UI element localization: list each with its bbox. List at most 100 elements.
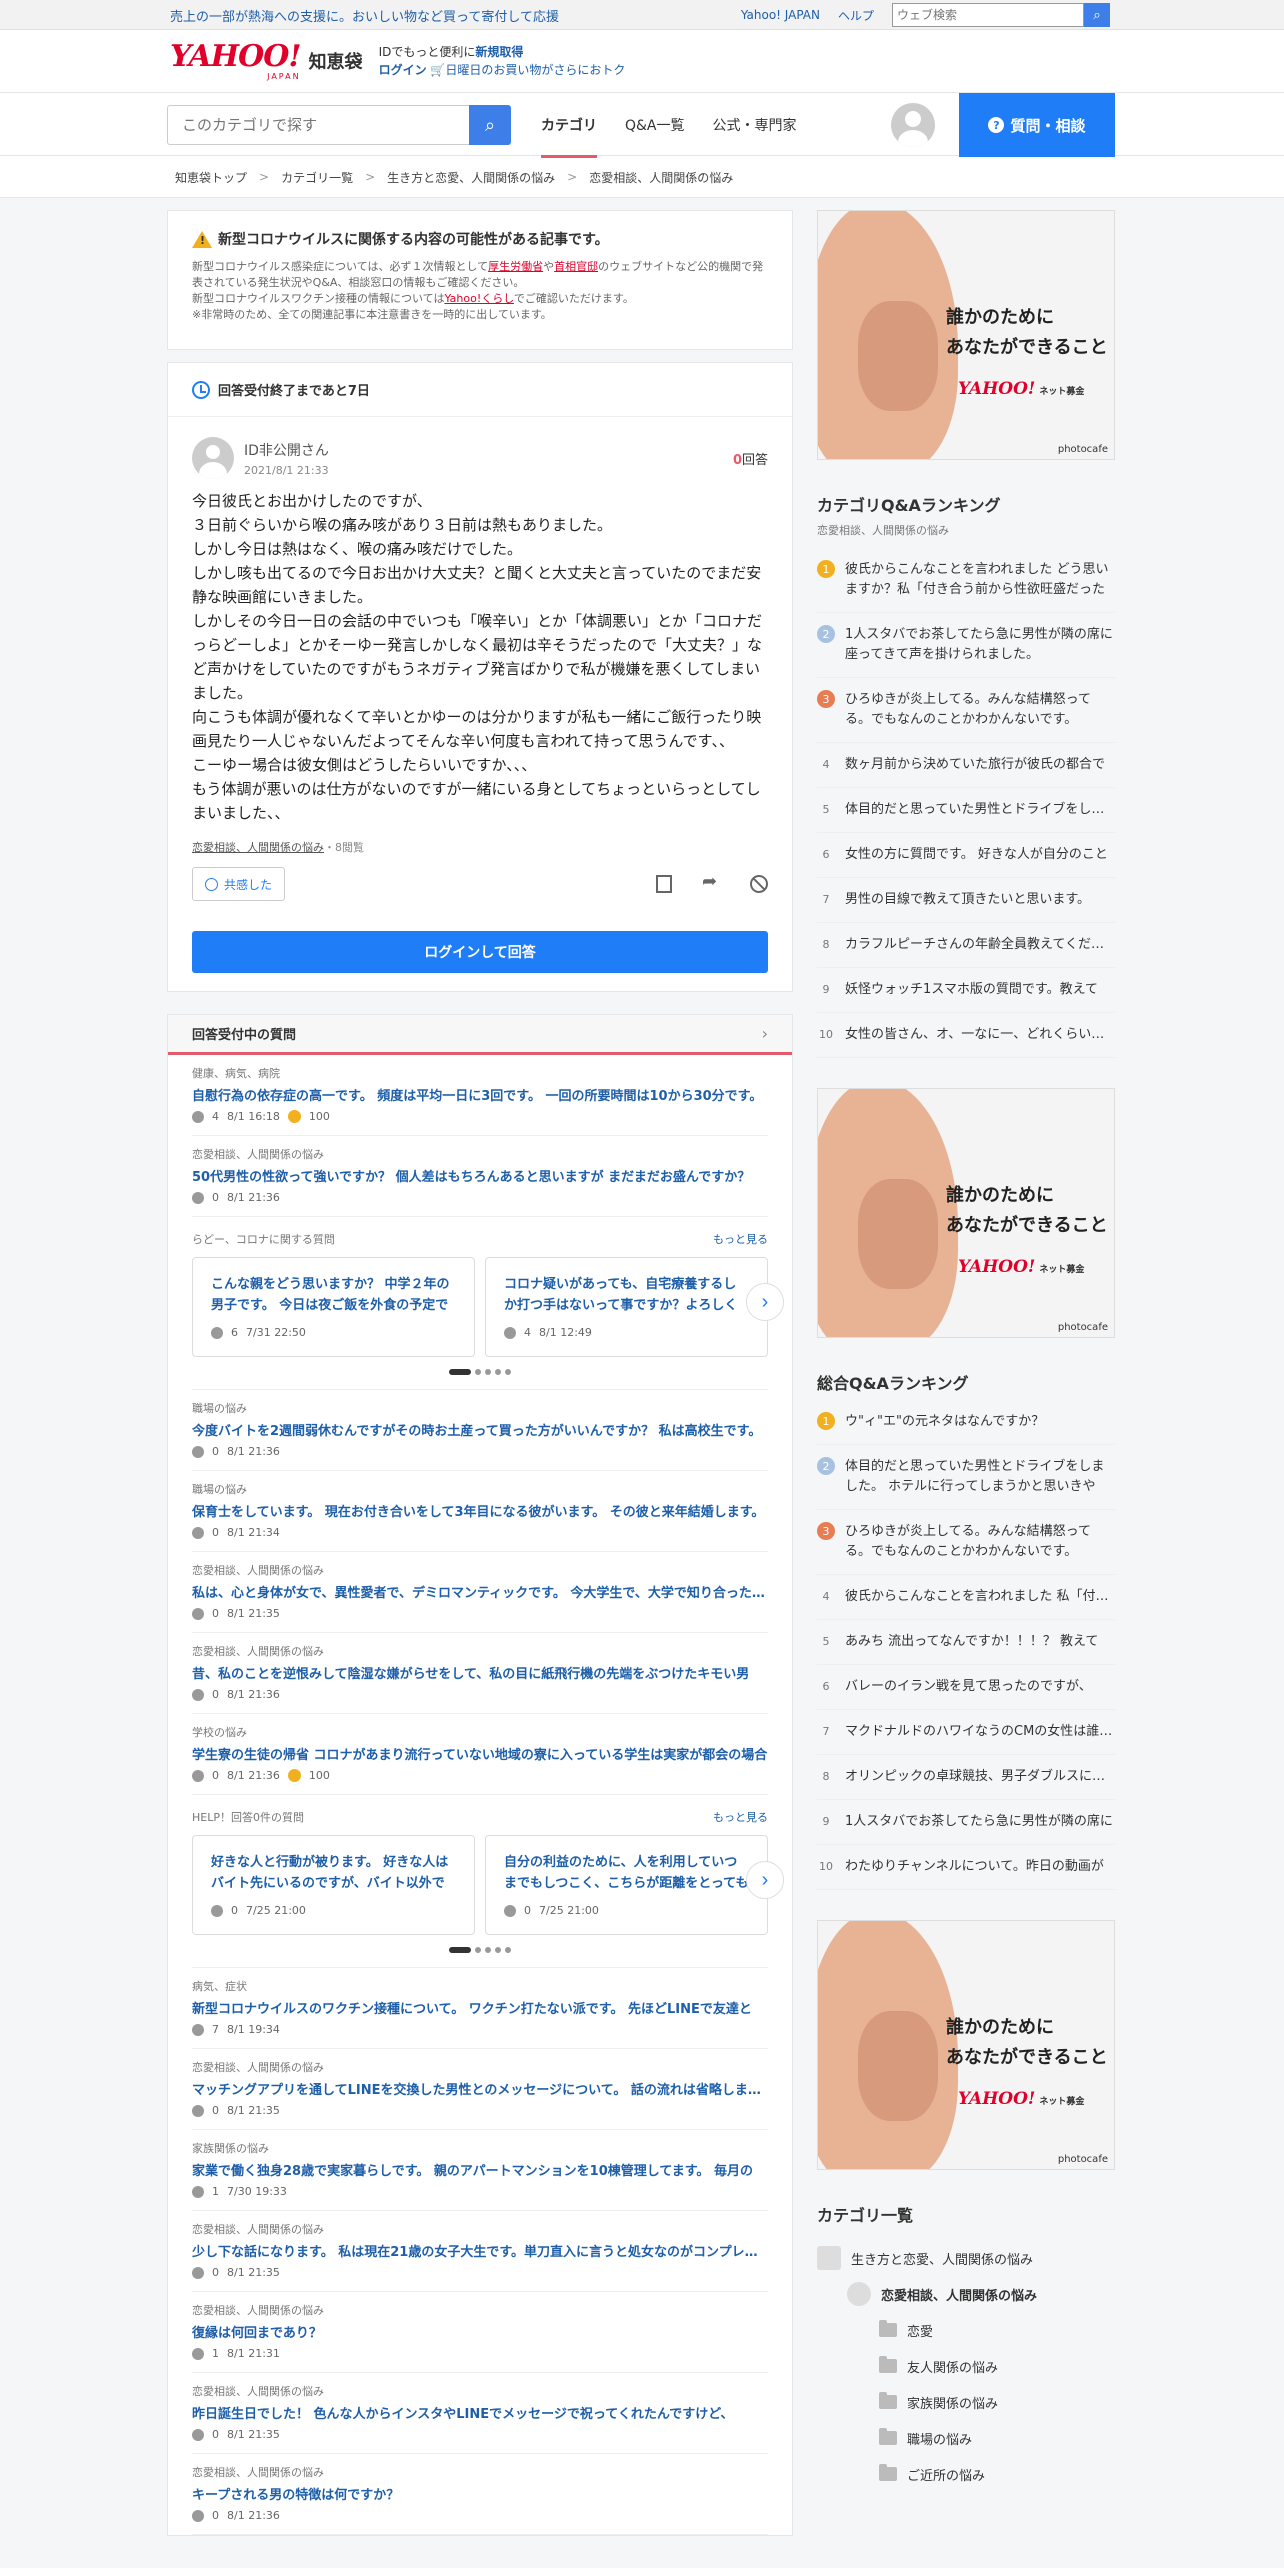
more-link[interactable]: もっと見る <box>713 1231 768 1247</box>
question-category-link[interactable]: 恋愛相談、人間関係の悩み <box>192 841 324 854</box>
category-child[interactable]: 職場の悩み <box>817 2420 1115 2456</box>
ranking-item[interactable]: 9 1人スタバでお茶してたら急に男性が隣の席に <box>817 1800 1115 1845</box>
ranking-item[interactable]: 4 彼氏からこんなことを言われました 私「付き合う <box>817 1575 1115 1620</box>
register-link[interactable]: 新規取得 <box>475 45 523 59</box>
ad-banner[interactable]: 誰かのために あなたができること YAHOO! ネット募金 photocafe <box>817 1088 1115 1338</box>
yahoo-logo[interactable]: YAHOO! JAPAN <box>170 41 302 81</box>
covid-questions-carousel: らどー、コロナに関する質問 もっと見る こんな親をどう思いますか？ 中学２年の男子… <box>192 1217 784 1390</box>
question-list-item[interactable]: 恋愛相談、人間関係の悩み 少し下な話になります。 私は現在21歳の女子大生です。単… <box>192 2211 768 2292</box>
web-search-button[interactable]: ⌕ <box>1084 3 1110 27</box>
breadcrumb-category-list[interactable]: カテゴリ一覧 <box>281 169 353 186</box>
ranking-item[interactable]: 5 体目的だと思っていた男性とドライブをしました <box>817 788 1115 833</box>
ranking-item[interactable]: 7 マクドナルドのハワイなうのCMの女性は誰ですか <box>817 1710 1115 1755</box>
login-to-answer-button[interactable]: ログインして回答 <box>192 931 768 973</box>
ask-question-button[interactable]: ? 質問・相談 <box>959 93 1115 157</box>
answer-icon <box>192 2023 204 2036</box>
category-child[interactable]: 友人関係の悩み <box>817 2348 1115 2384</box>
carousel-card[interactable]: 好きな人と行動が被ります。 好きな人はバイト先にいるのですが、バイト以外でも会い… <box>192 1835 475 1935</box>
ranking-item[interactable]: 5 あみち 流出ってなんですか！！！？ 教えて <box>817 1620 1115 1665</box>
empathy-button[interactable]: 共感した <box>192 867 286 901</box>
ranking-item[interactable]: 10 わたゆりチャンネルについて。昨日の動画が <box>817 1845 1115 1890</box>
nav-bar: ⌕ カテゴリ Q&A一覧 公式・専門家 ? 質問・相談 <box>0 92 1284 158</box>
promo-link[interactable]: 売上の一部が熱海への支援に。おいしい物など買って寄付して応援 <box>170 6 559 25</box>
ranking-item[interactable]: 7 男性の目線で教えて頂きたいと思います。 <box>817 878 1115 923</box>
ranking-item[interactable]: 9 妖怪ウォッチ1スマホ版の質問です。教えて <box>817 968 1115 1013</box>
breadcrumb-top[interactable]: 知恵袋トップ <box>175 169 247 186</box>
question-list-item[interactable]: 恋愛相談、人間関係の悩み 復縁は何回まであり？ 1 8/1 21:31 <box>192 2292 768 2373</box>
web-search-input[interactable] <box>892 3 1084 27</box>
question-list-item[interactable]: 家族関係の悩み 家業で働く独身28歳で実家暮らしです。 親のアパートマンションを1… <box>192 2130 768 2211</box>
carousel-card[interactable]: コロナ疑いがあっても、自宅療養するしか打つ手はないって事ですか？よろしくお願いし… <box>485 1257 768 1357</box>
answer-icon <box>192 1191 204 1204</box>
question-list-item[interactable]: 恋愛相談、人間関係の悩み 昔、私のことを逆恨みして陰湿な嫌がらせをして、私の目に紙… <box>192 1633 768 1714</box>
user-avatar[interactable] <box>891 103 935 147</box>
question-list-item[interactable]: 健康、病気、病院 自慰行為の依存症の高一です。 頻度は平均一日に3回です。 一回の… <box>192 1055 768 1136</box>
yahoo-kurashi-link[interactable]: Yahoo!くらし <box>444 292 513 305</box>
alarm-clock-icon <box>192 380 210 399</box>
yahoo-japan-link[interactable]: Yahoo! JAPAN <box>741 8 820 22</box>
category-child[interactable]: 恋愛 <box>817 2312 1115 2348</box>
question-list-item[interactable]: 恋愛相談、人間関係の悩み マッチングアプリを通してLINEを交換した男性とのメッセ… <box>192 2049 768 2130</box>
question-list-item[interactable]: 病気、症状 新型コロナウイルスのワクチン接種について。 ワクチン打たない派です。 … <box>192 1968 768 2049</box>
chiebukuro-logo[interactable]: 知恵袋 <box>309 48 363 74</box>
ranking-item[interactable]: 4 数ヶ月前から決めていた旅行が彼氏の都合で <box>817 743 1115 788</box>
shopping-promo-link[interactable]: 日曜日のお買い物がさらにおトク <box>445 63 625 77</box>
category-list: カテゴリ一覧 生き方と恋愛、人間関係の悩み 恋愛相談、人間関係の悩み 恋愛 友人関… <box>817 2202 1115 2492</box>
rank-number: 2 <box>817 625 835 643</box>
more-link[interactable]: もっと見る <box>713 1809 768 1825</box>
share-icon[interactable] <box>702 871 720 892</box>
ranking-item[interactable]: 6 女性の方に質問です。 好きな人が自分のこと <box>817 833 1115 878</box>
question-list-item[interactable]: 学校の悩み 学生寮の生徒の帰省 コロナがあまり流行っていない地域の寮に入っている学… <box>192 1714 768 1795</box>
carousel-next-button[interactable]: › <box>746 1861 784 1899</box>
chevron-right-icon: › <box>761 1024 768 1043</box>
ad-brand: YAHOO! ネット募金 <box>958 1257 1085 1277</box>
answer-icon <box>192 2347 204 2360</box>
ranking-item[interactable]: 1 彼氏からこんなことを言われました どう思いますか？私「付き合う前から性欲旺盛だ… <box>817 548 1115 613</box>
ranking-item[interactable]: 8 オリンピックの卓球競技、男子ダブルスについて <box>817 1755 1115 1800</box>
carousel-card[interactable]: こんな親をどう思いますか？ 中学２年の男子です。 今日は夜ご飯を外食の予定でした… <box>192 1257 475 1357</box>
ranking-item[interactable]: 3 ひろゆきが炎上してる。みんな結構怒ってる。でもなんのことかわかんないです。 <box>817 1510 1115 1575</box>
asker-avatar <box>192 437 234 479</box>
category-current[interactable]: 恋愛相談、人間関係の悩み <box>817 2276 1115 2312</box>
category-search-input[interactable] <box>167 105 469 145</box>
question-list-item[interactable]: 恋愛相談、人間関係の悩み 昨日誕生日でした！ 色んな人からインスタやLINEでメッ… <box>192 2373 768 2454</box>
category-parent[interactable]: 生き方と恋愛、人間関係の悩み <box>817 2240 1115 2276</box>
question-list-item[interactable]: 職場の悩み 今度バイトを2週間弱休むんですがその時お土産って買った方がいいんですか… <box>192 1390 768 1471</box>
rank-number: 10 <box>819 1859 833 1873</box>
mhlw-link[interactable]: 厚生労働省 <box>488 260 543 273</box>
ranking-item[interactable]: 10 女性の皆さん、オ、一なに一、どれくらいの頻度 <box>817 1013 1115 1058</box>
bookmark-icon[interactable] <box>656 875 672 893</box>
ranking-item[interactable]: 3 ひろゆきが炎上してる。みんな結構怒ってる。でもなんのことかわかんないです。 <box>817 678 1115 743</box>
rank-number: 6 <box>822 1679 830 1693</box>
ranking-item[interactable]: 1 ウ"ィ"エ"の元ネタはなんですか？ <box>817 1400 1115 1445</box>
tab-qa-list[interactable]: Q&A一覧 <box>625 93 685 157</box>
breadcrumb-parent-category[interactable]: 生き方と恋愛、人間関係の悩み <box>387 169 555 186</box>
help-link[interactable]: ヘルプ <box>838 7 874 24</box>
ranking-item[interactable]: 2 1人スタバでお茶してたら急に男性が隣の席に座ってきて声を掛けられました。 <box>817 613 1115 678</box>
ad-banner[interactable]: 誰かのために あなたができること YAHOO! ネット募金 photocafe <box>817 1920 1115 2170</box>
category-search-button[interactable]: ⌕ <box>469 105 511 145</box>
carousel-card[interactable]: 自分の利益のために、人を利用していつまでもしつこく、こちらが距離をとっても関わっ… <box>485 1835 768 1935</box>
login-link[interactable]: ログイン <box>379 63 427 77</box>
question-list-item[interactable]: 恋愛相談、人間関係の悩み 私は、心と身体が女で、異性愛者で、デミロマンティックです… <box>192 1552 768 1633</box>
carousel-next-button[interactable]: › <box>746 1283 784 1321</box>
question-list-item[interactable]: 恋愛相談、人間関係の悩み 50代男性の性欲って強いですか？ 個人差はもちろんあると… <box>192 1136 768 1217</box>
tab-category[interactable]: カテゴリ <box>541 93 597 158</box>
ad-banner[interactable]: 誰かのために あなたができること YAHOO! ネット募金 photocafe <box>817 210 1115 460</box>
ranking-item[interactable]: 6 バレーのイラン戦を見て思ったのですが、 <box>817 1665 1115 1710</box>
ranking-item[interactable]: 2 体目的だと思っていた男性とドライブをしました。 ホテルに行ってしまうかと思いき… <box>817 1445 1115 1510</box>
question-list-item[interactable]: 職場の悩み 保育士をしています。 現在お付き合いをして3年目になる彼がいます。 そ… <box>192 1471 768 1552</box>
block-icon[interactable] <box>750 875 768 893</box>
breadcrumb-current-category[interactable]: 恋愛相談、人間関係の悩み <box>589 169 733 186</box>
kantei-link[interactable]: 首相官邸 <box>554 260 598 273</box>
question-actions: 共感した <box>192 867 768 901</box>
tab-official-experts[interactable]: 公式・専門家 <box>713 93 797 157</box>
open-questions-header[interactable]: 回答受付中の質問 › <box>168 1015 792 1055</box>
ranking-item[interactable]: 8 カラフルピーチさんの年齢全員教えてください <box>817 923 1115 968</box>
category-child[interactable]: ご近所の悩み <box>817 2456 1115 2492</box>
top-bar: 売上の一部が熱海への支援に。おいしい物など買って寄付して応援 Yahoo! JA… <box>0 0 1284 30</box>
category-child[interactable]: 家族関係の悩み <box>817 2384 1115 2420</box>
asker-name: ID非公開 <box>244 442 301 459</box>
question-list-item[interactable]: 恋愛相談、人間関係の悩み キープされる男の特徴は何ですか？ 0 8/1 21:36 <box>192 2454 768 2535</box>
rank-number: 2 <box>817 1457 835 1475</box>
